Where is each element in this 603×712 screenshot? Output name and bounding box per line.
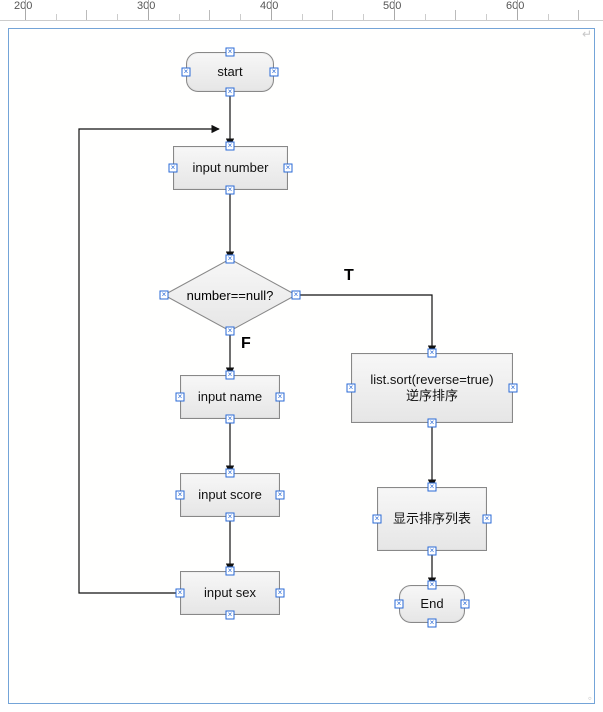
node-input-name[interactable]: input name <box>180 375 280 419</box>
ruler-label: 500 <box>383 0 401 12</box>
node-display[interactable]: 显示排序列表 <box>377 487 487 551</box>
node-label: input sex <box>204 585 256 601</box>
node-label-line2: 逆序排序 <box>370 388 493 404</box>
ruler-label: 600 <box>506 0 524 12</box>
flowchart-canvas[interactable]: start input number number==null? T F <box>9 29 594 703</box>
page: 200 300 400 500 600 ↵ ◦ <box>0 0 603 712</box>
node-label: input name <box>198 389 262 405</box>
node-decision[interactable]: number==null? <box>164 259 296 331</box>
node-label: input score <box>198 487 262 503</box>
node-label-line1: list.sort(reverse=true) <box>370 372 493 388</box>
node-label: input number <box>193 160 269 176</box>
node-label: start <box>217 64 242 80</box>
ruler-label: 300 <box>137 0 155 12</box>
ruler: 200 300 400 500 600 <box>0 0 603 21</box>
node-label: 显示排序列表 <box>393 511 471 527</box>
node-input-sex[interactable]: input sex <box>180 571 280 615</box>
node-input-number[interactable]: input number <box>173 146 288 190</box>
node-label: number==null? <box>187 288 274 303</box>
node-label: End <box>420 596 443 612</box>
ruler-label: 400 <box>260 0 278 12</box>
node-input-score[interactable]: input score <box>180 473 280 517</box>
canvas-frame: ↵ ◦ <box>8 28 595 704</box>
branch-label-false: F <box>241 335 251 353</box>
ruler-label: 200 <box>14 0 32 12</box>
branch-label-true: T <box>344 267 354 285</box>
node-sort[interactable]: list.sort(reverse=true) 逆序排序 <box>351 353 513 423</box>
